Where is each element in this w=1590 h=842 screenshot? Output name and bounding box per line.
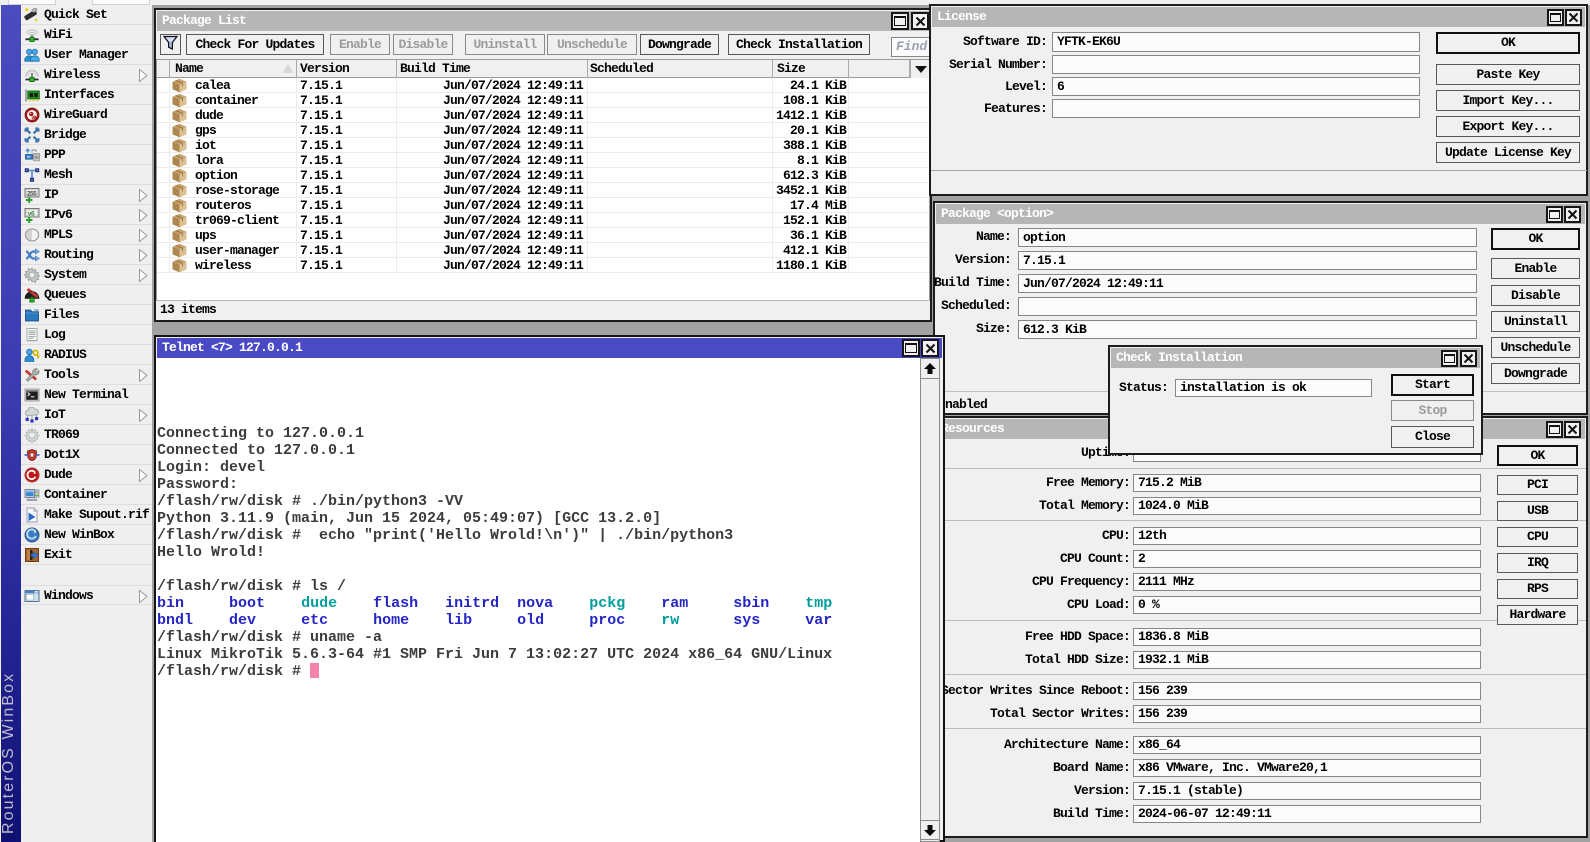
svg-text:255: 255 [27, 190, 37, 197]
svg-text:v6: v6 [28, 211, 35, 218]
